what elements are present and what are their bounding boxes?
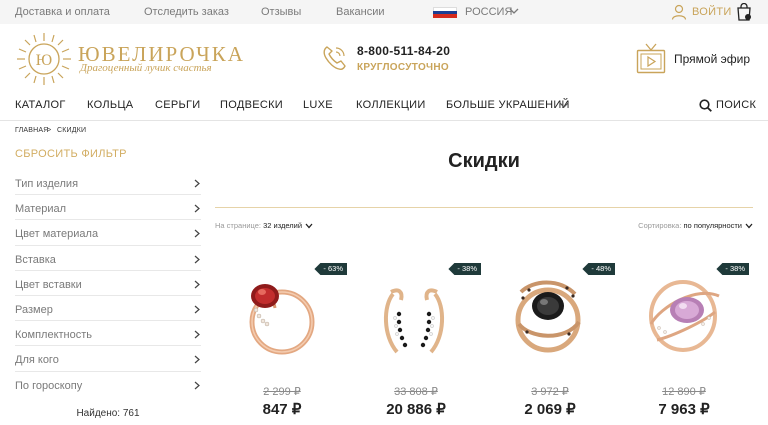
sort-label: Сортировка: bbox=[638, 221, 682, 230]
breadcrumb-current: СКИДКИ bbox=[57, 127, 87, 134]
product-image-ring-garnet[interactable] bbox=[235, 266, 325, 360]
filter-label: Комплектность bbox=[15, 329, 93, 342]
filter-label: Цвет вставки bbox=[15, 278, 82, 291]
search-icon[interactable] bbox=[699, 99, 712, 112]
old-price: 33 808 ₽ bbox=[394, 386, 438, 398]
product-image-ring-black-stone[interactable] bbox=[503, 266, 593, 360]
filter-item-insert[interactable]: Вставка bbox=[15, 246, 201, 271]
reviews-link[interactable]: Отзывы bbox=[261, 6, 301, 18]
breadcrumb-separator: > bbox=[47, 127, 52, 134]
per-page-selector[interactable]: На странице: 32 изделий bbox=[215, 221, 313, 230]
old-price: 12 890 ₽ bbox=[662, 386, 706, 398]
live-broadcast-link[interactable]: Прямой эфир bbox=[674, 52, 750, 66]
delivery-link[interactable]: Доставка и оплата bbox=[15, 6, 110, 18]
price: 2 069 ₽ bbox=[524, 401, 576, 418]
nav-collections[interactable]: КОЛЛЕКЦИИ bbox=[356, 99, 426, 111]
filter-item-horoscope[interactable]: По гороскопу bbox=[15, 372, 201, 397]
nav-rings[interactable]: КОЛЬЦА bbox=[87, 99, 133, 111]
nav-pendants[interactable]: ПОДВЕСКИ bbox=[220, 99, 283, 111]
chevron-down-icon[interactable] bbox=[509, 6, 519, 16]
product-image-earrings-black-stones[interactable] bbox=[369, 266, 459, 360]
chevron-right-icon bbox=[194, 330, 200, 339]
country-selector[interactable]: РОССИЯ bbox=[465, 6, 512, 18]
discount-badge: - 48% bbox=[582, 263, 615, 275]
search-button[interactable]: ПОИСК bbox=[716, 99, 756, 111]
user-icon[interactable] bbox=[671, 4, 687, 20]
russia-flag-icon[interactable] bbox=[433, 7, 457, 19]
price: 20 886 ₽ bbox=[386, 401, 446, 418]
sort-value[interactable]: по популярности bbox=[684, 221, 743, 230]
filter-label: По гороскопу bbox=[15, 379, 83, 392]
found-count: Найдено: 761 bbox=[76, 408, 140, 419]
breadcrumb-home[interactable]: ГЛАВНАЯ bbox=[15, 127, 49, 134]
filter-label: Материал bbox=[15, 203, 66, 216]
filter-item-type[interactable]: Тип изделия bbox=[15, 170, 201, 196]
nav-luxe[interactable]: LUXE bbox=[303, 99, 333, 111]
price: 7 963 ₽ bbox=[658, 401, 710, 418]
chevron-right-icon bbox=[194, 381, 200, 389]
phone-icon bbox=[323, 46, 346, 70]
filter-item-for-whom[interactable]: Для кого bbox=[15, 346, 201, 372]
title-divider bbox=[215, 207, 753, 208]
tv-live-icon[interactable] bbox=[636, 42, 666, 76]
phone-number[interactable]: 8-800-511-84-20 bbox=[357, 44, 450, 58]
logo-letters: Ю bbox=[36, 52, 52, 69]
filter-label: Тип изделия bbox=[15, 178, 79, 190]
nav-catalog[interactable]: КАТАЛОГ bbox=[15, 99, 66, 111]
per-page-value[interactable]: 32 изделий bbox=[263, 221, 302, 230]
discount-badge: - 38% bbox=[448, 263, 481, 275]
chevron-right-icon bbox=[194, 229, 200, 238]
per-page-label: На странице: bbox=[215, 221, 261, 230]
filter-item-insert-color[interactable]: Цвет вставки bbox=[15, 271, 201, 296]
filter-item-material-color[interactable]: Цвет материала bbox=[15, 220, 201, 246]
old-price: 2 299 ₽ bbox=[263, 386, 301, 398]
sort-selector[interactable]: Сортировка: по популярности bbox=[638, 221, 753, 230]
reset-filter-button[interactable]: СБРОСИТЬ ФИЛЬТР bbox=[15, 148, 127, 160]
product-card[interactable]: - 38% 33 808 ₽ 20 886 ₽ bbox=[349, 258, 483, 425]
filter-item-size[interactable]: Размер bbox=[15, 296, 201, 322]
product-card[interactable]: - 48% 3 972 ₽ 2 069 ₽ bbox=[483, 258, 617, 425]
chevron-down-icon[interactable] bbox=[305, 223, 313, 229]
chevron-down-icon[interactable] bbox=[745, 223, 753, 229]
chevron-down-icon[interactable] bbox=[559, 101, 569, 109]
track-order-link[interactable]: Отследить заказ bbox=[144, 6, 229, 18]
brand-slogan: Драгоценный лучик счастья bbox=[80, 62, 212, 74]
filter-list: Тип изделия Материал Цвет материала Вста… bbox=[15, 170, 201, 397]
top-bar: Доставка и оплата Отследить заказ Отзывы… bbox=[0, 0, 768, 24]
shopping-bag-icon[interactable] bbox=[736, 3, 752, 21]
filter-label: Цвет материала bbox=[15, 228, 99, 241]
filter-label: Вставка bbox=[15, 253, 56, 266]
product-image-ring-amethyst[interactable] bbox=[637, 266, 727, 360]
chevron-right-icon bbox=[194, 355, 200, 364]
nav-earrings[interactable]: СЕРЬГИ bbox=[155, 99, 201, 111]
phone-hours: КРУГЛОСУТОЧНО bbox=[357, 62, 449, 73]
chevron-right-icon bbox=[194, 280, 200, 289]
filter-item-set[interactable]: Комплектность bbox=[15, 321, 201, 347]
price: 847 ₽ bbox=[262, 401, 302, 418]
nav-more-jewelry[interactable]: БОЛЬШЕ УКРАШЕНИЙ bbox=[446, 99, 570, 111]
filter-item-material[interactable]: Материал bbox=[15, 195, 201, 221]
chevron-right-icon bbox=[194, 255, 200, 264]
vacancies-link[interactable]: Вакансии bbox=[336, 6, 385, 18]
login-link[interactable]: ВОЙТИ bbox=[692, 6, 732, 18]
filter-label: Размер bbox=[15, 303, 53, 316]
product-card[interactable]: - 38% 12 890 ₽ 7 963 ₽ bbox=[617, 258, 751, 425]
discount-badge: - 63% bbox=[314, 263, 347, 275]
page-title: Скидки bbox=[448, 150, 520, 172]
chevron-right-icon bbox=[194, 204, 200, 213]
old-price: 3 972 ₽ bbox=[531, 386, 569, 398]
chevron-right-icon bbox=[194, 179, 200, 188]
chevron-right-icon bbox=[194, 305, 200, 314]
filter-label: Для кого bbox=[15, 354, 59, 367]
logo-sun-icon[interactable]: Ю bbox=[15, 31, 73, 87]
product-card[interactable]: - 63% 2 299 ₽ 847 ₽ bbox=[215, 258, 349, 425]
discount-badge: - 38% bbox=[716, 263, 749, 275]
nav-divider bbox=[0, 120, 768, 121]
